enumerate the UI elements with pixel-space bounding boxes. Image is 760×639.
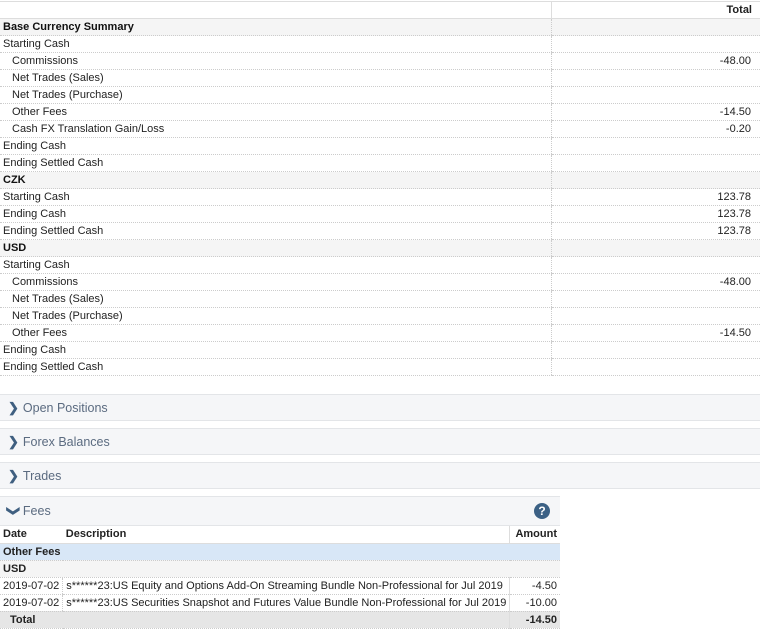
row-label: Ending Settled Cash — [0, 222, 551, 240]
panel-title: Forex Balances — [22, 435, 110, 449]
amount-column-header: Amount — [509, 526, 560, 544]
row-label: Net Trades (Sales) — [0, 290, 551, 308]
row-total-value — [550, 358, 760, 376]
table-row: Net Trades (Sales) — [0, 290, 760, 308]
row-label: Cash FX Translation Gain/Loss — [0, 120, 551, 138]
fee-currency: USD — [0, 560, 560, 578]
fees-panel-toggle[interactable]: ❯Fees? — [0, 496, 560, 526]
row-total-value: 123.78 — [550, 188, 760, 206]
chevron-right-icon: ❯ — [8, 468, 19, 483]
header-blank — [0, 1, 552, 19]
row-total-value — [550, 86, 760, 104]
fees-total-row: Total -14.50 — [0, 611, 560, 629]
row-label: Net Trades (Sales) — [0, 69, 551, 87]
fee-category: Other Fees — [0, 543, 560, 561]
forex-balances-panel-toggle[interactable]: ❯ Forex Balances — [0, 428, 760, 455]
fee-date: 2019-07-02 — [0, 594, 63, 612]
row-label: Starting Cash — [0, 35, 551, 53]
row-total-value: -14.50 — [550, 324, 760, 342]
row-label: Ending Cash — [0, 137, 551, 155]
trades-panel-toggle[interactable]: ❯ Trades — [0, 462, 760, 489]
row-label: CZK — [0, 171, 551, 189]
row-total-value: 123.78 — [550, 205, 760, 223]
table-row: Ending Settled Cash — [0, 358, 760, 376]
table-row: Ending Cash — [0, 341, 760, 359]
fee-amount: -4.50 — [509, 577, 560, 595]
panel-title: Open Positions — [22, 401, 108, 415]
section-row: USD — [0, 239, 760, 257]
row-total-value: -14.50 — [550, 103, 760, 121]
fee-row: 2019-07-02 s******23:US Securities Snapsh… — [0, 594, 560, 612]
row-label: Other Fees — [0, 103, 551, 121]
row-label: Net Trades (Purchase) — [0, 86, 551, 104]
row-total-value: -0.20 — [550, 120, 760, 138]
row-total-value — [550, 256, 760, 274]
row-total-value — [550, 35, 760, 53]
cash-report-table: Total Base Currency Summary Starting Cash… — [0, 1, 760, 376]
date-column-header: Date — [0, 526, 63, 544]
table-row: Cash FX Translation Gain/Loss -0.20 — [0, 120, 760, 138]
row-label: Starting Cash — [0, 188, 551, 206]
total-amount: -14.50 — [509, 611, 560, 629]
total-column-header: Total — [551, 1, 760, 19]
table-row: Starting Cash — [0, 35, 760, 53]
row-total-value — [550, 137, 760, 155]
table-row: Net Trades (Sales) — [0, 69, 760, 87]
row-label: USD — [0, 239, 551, 257]
table-row: Ending Settled Cash 123.78 — [0, 222, 760, 240]
table-row: Other Fees -14.50 — [0, 103, 760, 121]
table-row: Starting Cash — [0, 256, 760, 274]
row-label: Ending Cash — [0, 205, 551, 223]
fee-description: s******23:US Equity and Options Add-On S… — [62, 577, 511, 595]
row-total-value — [550, 154, 760, 172]
row-total-value — [550, 171, 760, 189]
table-row: Ending Cash 123.78 — [0, 205, 760, 223]
row-label: Net Trades (Purchase) — [0, 307, 551, 325]
chevron-down-icon: ❯ — [6, 505, 22, 517]
open-positions-panel-toggle[interactable]: ❯ Open Positions — [0, 394, 760, 421]
row-total-value — [550, 69, 760, 87]
section-row: Base Currency Summary — [0, 18, 760, 36]
chevron-right-icon: ❯ — [8, 434, 19, 449]
row-label: Commissions — [0, 273, 551, 291]
table-row: Net Trades (Purchase) — [0, 86, 760, 104]
table-row: Commissions -48.00 — [0, 273, 760, 291]
table-row: Ending Settled Cash — [0, 154, 760, 172]
fee-description: s******23:US Securities Snapshot and Fut… — [62, 594, 511, 612]
table-row: Starting Cash 123.78 — [0, 188, 760, 206]
row-total-value — [550, 307, 760, 325]
fees-table: Date Description Amount Other Fees USD 2… — [0, 526, 560, 629]
row-total-value: 123.78 — [550, 222, 760, 240]
row-total-value: -48.00 — [550, 52, 760, 70]
row-total-value — [550, 18, 760, 36]
panel-title: Trades — [22, 469, 62, 483]
row-label: Commissions — [0, 52, 551, 70]
chevron-right-icon: ❯ — [8, 400, 19, 415]
row-label: Ending Settled Cash — [0, 154, 551, 172]
help-icon[interactable]: ? — [534, 503, 550, 519]
total-label: Total — [0, 611, 510, 629]
row-label: Base Currency Summary — [0, 18, 551, 36]
row-total-value — [550, 290, 760, 308]
row-label: Ending Cash — [0, 341, 551, 359]
fee-amount: -10.00 — [509, 594, 560, 612]
table-row: Ending Cash — [0, 137, 760, 155]
row-label: Other Fees — [0, 324, 551, 342]
fee-row: 2019-07-02 s******23:US Equity and Option… — [0, 577, 560, 595]
table-row: Other Fees -14.50 — [0, 324, 760, 342]
table-row: Net Trades (Purchase) — [0, 307, 760, 325]
row-total-value — [550, 239, 760, 257]
row-total-value: -48.00 — [550, 273, 760, 291]
fee-date: 2019-07-02 — [0, 577, 63, 595]
section-row: CZK — [0, 171, 760, 189]
row-total-value — [550, 341, 760, 359]
row-label: Ending Settled Cash — [0, 358, 551, 376]
table-row: Commissions -48.00 — [0, 52, 760, 70]
row-label: Starting Cash — [0, 256, 551, 274]
description-column-header: Description — [62, 526, 510, 544]
